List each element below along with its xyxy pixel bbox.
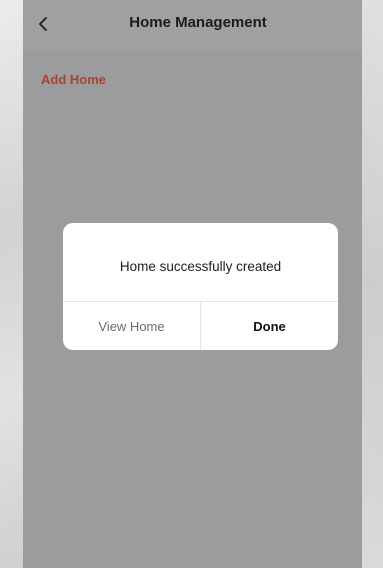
view-home-button[interactable]: View Home [63, 302, 200, 350]
background-left [0, 0, 23, 568]
top-bar: Home Management [23, 0, 362, 50]
success-dialog: Home successfully created View Home Done [63, 223, 338, 350]
dialog-message: Home successfully created [119, 259, 282, 274]
add-home-link[interactable]: Add Home [41, 72, 106, 87]
background-right [362, 0, 383, 568]
page-title: Home Management [129, 14, 267, 31]
app-screen: Home Management Add Home Home successful… [23, 0, 362, 568]
done-button[interactable]: Done [201, 302, 338, 350]
chevron-left-icon[interactable] [33, 12, 53, 36]
